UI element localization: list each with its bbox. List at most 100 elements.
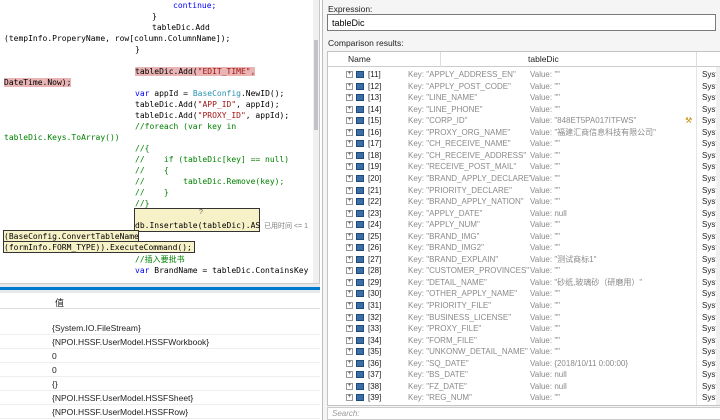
row-key: Key: "LINE_NAME" — [408, 93, 478, 103]
expand-toggle-icon[interactable]: + — [346, 255, 353, 263]
row-index: [34] — [368, 335, 382, 345]
result-row[interactable]: + [15] Key: "CORP_ID" Value: "848ET5PA017IT… — [328, 115, 720, 127]
expand-toggle-icon[interactable]: + — [346, 82, 353, 90]
result-row[interactable]: + [21] Key: "PRIORITY_DECLARE" Value: "" Sys… — [328, 185, 720, 197]
expand-toggle-icon[interactable]: + — [346, 382, 353, 390]
expand-toggle-icon[interactable]: + — [346, 71, 353, 78]
codelens-elapsed[interactable]: 已用时间 <= 1 — [264, 221, 308, 231]
row-value: Value: "砂纸,玻璃砂（研磨用）" — [530, 277, 643, 287]
expand-toggle-icon[interactable]: + — [346, 359, 353, 367]
locals-row[interactable]: {NPOI.HSSF.UserModel.HSSFWorkbook} — [0, 335, 320, 349]
expression-input[interactable] — [327, 14, 716, 31]
expand-toggle-icon[interactable]: + — [346, 371, 353, 379]
value-column-header[interactable]: 值 — [55, 296, 64, 309]
editor-scrollbar-thumb[interactable] — [314, 40, 318, 130]
expand-toggle-icon[interactable]: + — [346, 267, 353, 275]
result-row[interactable]: +[31]Key: "PRIORITY_FILE"Value: ""Syste — [328, 300, 720, 312]
tabledic-column-header[interactable]: tableDic — [528, 54, 559, 64]
code-line: tableDic.Add("PROXY_ID", appId); — [135, 111, 290, 120]
result-row[interactable]: + [22] Key: "BRAND_APPLY_NATION" Value: "" S… — [328, 196, 720, 208]
expand-toggle-icon[interactable]: + — [346, 325, 353, 333]
result-row[interactable]: + [35] Key: "UNKONW_DETAIL_NAME" Value: "" S… — [328, 346, 720, 358]
result-row[interactable]: + [36] Key: "SQ_DATE" Value: {2018/10/11 0:… — [328, 358, 720, 370]
result-row[interactable]: + [18] Key: "CH_RECEIVE_ADDRESS" Value: "" S… — [328, 150, 720, 162]
expand-toggle-icon[interactable]: + — [346, 140, 353, 148]
result-row[interactable]: + [19] Key: "RECEIVE_POST_MAIL" Value: "" Sy… — [328, 161, 720, 173]
row-index: [36] — [368, 358, 382, 368]
result-row[interactable]: + [11] Key: "APPLY_ADDRESS_EN" Value: "" Sys… — [328, 69, 720, 81]
locals-row[interactable]: {NPOI.HSSF.UserModel.HSSFRow} — [0, 405, 320, 419]
editor-scrollbar[interactable] — [313, 0, 319, 283]
expand-toggle-icon[interactable]: + — [346, 209, 353, 217]
code-editor[interactable]: continue; } tableDic.Add (tempInfo.Prope… — [0, 0, 320, 283]
result-row[interactable]: +[17]Key: "CH_RECEIVE_NAME"Value: ""Syst… — [328, 138, 720, 150]
expand-toggle-icon[interactable]: + — [346, 163, 353, 171]
name-column-header[interactable]: Name — [348, 54, 371, 64]
result-row[interactable]: + [27] Key: "BRAND_EXPLAIN" Value: "测试商标1" S… — [328, 254, 720, 266]
key-value-pair-icon — [356, 117, 364, 125]
row-key: Key: "PRIORITY_DECLARE" — [408, 185, 512, 195]
result-row[interactable]: + [28] Key: "CUSTOMER_PROVINCES" Value: "" S… — [328, 265, 720, 277]
key-value-pair-icon — [356, 174, 364, 182]
result-row[interactable]: +[24]Key: "APPLY_NUM"Value: ""Syste — [328, 219, 720, 231]
expand-toggle-icon[interactable]: + — [346, 278, 353, 286]
expand-toggle-icon[interactable]: + — [346, 105, 353, 113]
result-row[interactable]: +[39]Key: "REG_NUM"Value: ""Syste — [328, 392, 720, 404]
expand-toggle-icon[interactable]: + — [346, 221, 353, 229]
locals-row[interactable]: {NPOI.HSSF.UserModel.HSSFSheet} — [0, 391, 320, 405]
grid-scrollbar[interactable] — [716, 67, 720, 405]
expand-toggle-icon[interactable]: + — [346, 244, 353, 252]
key-value-pair-icon — [356, 209, 364, 217]
expand-toggle-icon[interactable]: + — [346, 290, 353, 298]
row-index: [13] — [368, 93, 382, 103]
result-row[interactable]: +[14]Key: "LINE_PHONE"Value: ""Syste — [328, 104, 720, 116]
result-row[interactable]: +[25]Key: "BRAND_IMG"Value: ""Syste — [328, 231, 720, 243]
locals-row[interactable]: 0 — [0, 363, 320, 377]
result-row[interactable]: +[12]Key: "APPLY_POST_CODE"Value: ""Syst… — [328, 81, 720, 93]
code-line: //foreach (var key in — [135, 122, 237, 131]
expand-toggle-icon[interactable]: + — [346, 313, 353, 321]
row-index: [21] — [368, 185, 382, 195]
comparison-results-grid[interactable]: Name tableDic + [11] Key: "APPLY_ADDRESS_E… — [327, 51, 720, 406]
key-value-pair-icon — [356, 186, 364, 194]
locals-row[interactable]: {System.IO.FileStream} — [0, 321, 320, 335]
expand-toggle-icon[interactable]: + — [346, 186, 353, 194]
pin-icon[interactable]: ⚒ — [685, 115, 692, 127]
row-index: [23] — [368, 208, 382, 218]
locals-row[interactable]: 0 — [0, 349, 320, 363]
expand-toggle-icon[interactable]: + — [346, 348, 353, 356]
expand-toggle-icon[interactable]: + — [346, 302, 353, 309]
result-row[interactable]: +[37]Key: "BS_DATE"Value: nullSyste — [328, 369, 720, 381]
expand-toggle-icon[interactable]: + — [346, 151, 353, 159]
result-row[interactable]: + [32] Key: "BUSINESS_LICENSE" Value: "" Sys… — [328, 312, 720, 324]
expand-toggle-icon[interactable]: + — [346, 198, 353, 206]
result-row[interactable]: + [20] Key: "BRAND_APPLY_DECLARE" Value: ""… — [328, 173, 720, 185]
result-row[interactable]: + [29] Key: "DETAIL_NAME" Value: "砂纸,玻璃砂（研磨… — [328, 277, 720, 289]
expand-toggle-icon[interactable]: + — [346, 128, 353, 136]
search-box[interactable]: Search: — [327, 407, 720, 420]
locals-row[interactable]: {} — [0, 377, 320, 391]
result-row[interactable]: +[33]Key: "PROXY_FILE"Value: ""Syste — [328, 323, 720, 335]
expand-toggle-icon[interactable]: + — [346, 394, 353, 402]
expand-toggle-icon[interactable]: + — [346, 174, 353, 182]
result-row[interactable]: +[23]Key: "APPLY_DATE"Value: nullSyste — [328, 208, 720, 220]
expand-toggle-icon[interactable]: + — [346, 117, 353, 125]
row-key: Key: "APPLY_NUM" — [408, 220, 480, 230]
result-row[interactable]: +[26]Key: "BRAND_IMG2"Value: ""Syste — [328, 242, 720, 254]
expand-toggle-icon[interactable]: + — [346, 94, 353, 102]
result-row[interactable]: +[38]Key: "FZ_DATE"Value: nullSyste — [328, 381, 720, 393]
row-key: Key: "PRIORITY_FILE" — [408, 301, 492, 310]
expand-toggle-icon[interactable]: + — [346, 336, 353, 344]
row-key: Key: "FORM_FILE" — [408, 335, 477, 345]
row-value: Value: "测试商标1" — [530, 254, 597, 264]
code-line: tableDic.Add — [152, 23, 210, 32]
result-row[interactable]: +[13]Key: "LINE_NAME"Value: ""Syste — [328, 92, 720, 104]
row-key: Key: "BRAND_IMG2" — [408, 243, 484, 253]
expand-toggle-icon[interactable]: + — [346, 232, 353, 240]
key-value-pair-icon — [356, 382, 364, 390]
result-row[interactable]: + [30] Key: "OTHER_APPLY_NAME" Value: "" Sys… — [328, 288, 720, 300]
result-row[interactable]: +[34]Key: "FORM_FILE"Value: ""Syste — [328, 335, 720, 347]
row-index: [16] — [368, 127, 382, 137]
result-row[interactable]: + [16] Key: "PROXY_ORG_NAME" Value: "福建汇商信息… — [328, 127, 720, 139]
row-value: Value: "" — [530, 70, 560, 79]
